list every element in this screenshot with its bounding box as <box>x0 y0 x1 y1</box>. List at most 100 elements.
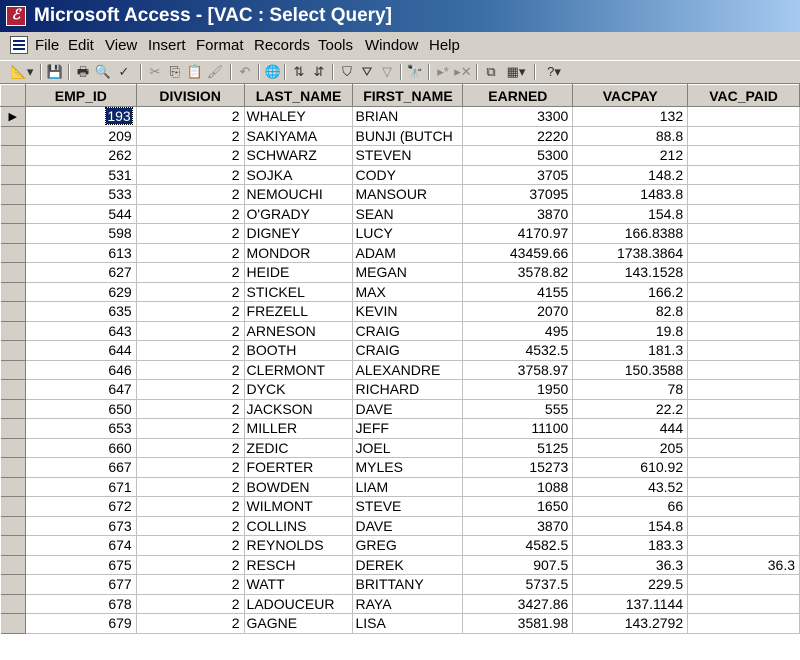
cell-earned[interactable]: 1950 <box>462 379 574 400</box>
help-icon[interactable]: ?▾ <box>540 63 568 81</box>
cell-last-name[interactable]: GAGNE <box>244 613 354 634</box>
cell-vacpay[interactable]: 137.1144 <box>572 594 689 614</box>
cell-last-name[interactable]: ARNESON <box>244 321 354 341</box>
cell-earned[interactable]: 43459.66 <box>462 243 574 263</box>
cell-division[interactable]: 2 <box>136 262 245 283</box>
cell-emp-id[interactable]: 677 <box>25 574 137 595</box>
record-selector[interactable] <box>0 379 26 400</box>
record-selector[interactable] <box>0 204 26 224</box>
cell-earned[interactable]: 2220 <box>462 126 574 146</box>
table-row[interactable]: ▶ 193 2 WHALEY BRIAN 3300 132 <box>0 106 800 127</box>
cell-last-name[interactable]: SCHWARZ <box>244 145 354 166</box>
view-design-icon[interactable]: 📐▾ <box>8 63 36 81</box>
filter-by-form-icon[interactable]: ⛛ <box>358 63 376 81</box>
cell-last-name[interactable]: CLERMONT <box>244 360 354 380</box>
record-selector[interactable] <box>0 477 26 497</box>
table-row[interactable]: 674 2 REYNOLDS GREG 4582.5 183.3 <box>0 535 800 556</box>
paste-icon[interactable]: 📋 <box>186 63 204 81</box>
cell-division[interactable]: 2 <box>136 574 245 595</box>
cell-vacpay[interactable]: 1738.3864 <box>572 243 689 263</box>
record-selector[interactable] <box>0 438 26 458</box>
cell-first-name[interactable]: BRITTANY <box>352 574 464 595</box>
sort-descending-icon[interactable]: ⇵ <box>310 63 328 81</box>
cell-first-name[interactable]: LISA <box>352 613 464 634</box>
cell-vacpay[interactable]: 88.8 <box>572 126 689 146</box>
apply-filter-icon[interactable]: ▽ <box>378 63 396 81</box>
cell-last-name[interactable]: FREZELL <box>244 301 354 322</box>
record-selector[interactable] <box>0 126 26 146</box>
cell-division[interactable]: 2 <box>136 340 245 361</box>
cell-division[interactable]: 2 <box>136 360 245 380</box>
table-row[interactable]: 643 2 ARNESON CRAIG 495 19.8 <box>0 321 800 341</box>
cell-first-name[interactable]: LIAM <box>352 477 464 497</box>
cell-vacpay[interactable]: 82.8 <box>572 301 689 322</box>
menu-edit[interactable]: Edit <box>68 37 94 54</box>
cell-last-name[interactable]: SAKIYAMA <box>244 126 354 146</box>
table-row[interactable]: 262 2 SCHWARZ STEVEN 5300 212 <box>0 145 800 166</box>
sort-ascending-icon[interactable]: ⇅ <box>290 63 308 81</box>
cell-vacpay[interactable]: 1483.8 <box>572 184 689 205</box>
record-selector[interactable] <box>0 223 26 244</box>
table-row[interactable]: 531 2 SOJKA CODY 3705 148.2 <box>0 165 800 185</box>
cell-emp-id[interactable]: 613 <box>25 243 137 263</box>
cell-emp-id[interactable]: 533 <box>25 184 137 205</box>
cell-emp-id[interactable]: 679 <box>25 613 137 634</box>
column-header-division[interactable]: DIVISION <box>135 84 245 107</box>
cell-earned[interactable]: 1650 <box>462 496 574 517</box>
cell-vacpay[interactable]: 66 <box>572 496 689 517</box>
column-header-emp-id[interactable]: EMP_ID <box>24 84 137 107</box>
cell-first-name[interactable]: STEVEN <box>352 145 464 166</box>
table-row[interactable]: 635 2 FREZELL KEVIN 2070 82.8 <box>0 301 800 322</box>
datasheet-icon[interactable] <box>10 36 28 54</box>
record-selector[interactable] <box>0 340 26 361</box>
cell-division[interactable]: 2 <box>136 594 245 614</box>
table-row[interactable]: 650 2 JACKSON DAVE 555 22.2 <box>0 399 800 419</box>
cell-last-name[interactable]: O'GRADY <box>244 204 354 224</box>
cell-last-name[interactable]: MONDOR <box>244 243 354 263</box>
table-row[interactable]: 627 2 HEIDE MEGAN 3578.82 143.1528 <box>0 262 800 283</box>
cell-last-name[interactable]: DYCK <box>244 379 354 400</box>
record-selector[interactable] <box>0 496 26 517</box>
record-selector[interactable] <box>0 321 26 341</box>
cell-vacpay[interactable]: 212 <box>572 145 689 166</box>
cell-first-name[interactable]: ALEXANDRE <box>352 360 464 380</box>
cell-vacpay[interactable]: 610.92 <box>572 457 689 478</box>
cell-earned[interactable]: 5737.5 <box>462 574 574 595</box>
menu-window[interactable]: Window <box>365 37 418 54</box>
cell-first-name[interactable]: KEVIN <box>352 301 464 322</box>
access-key-icon[interactable]: ℰ <box>6 6 26 26</box>
cell-last-name[interactable]: ZEDIC <box>244 438 354 458</box>
cell-vac-paid[interactable] <box>687 262 800 283</box>
cell-division[interactable]: 2 <box>136 301 245 322</box>
menu-tools[interactable]: Tools <box>318 37 353 54</box>
cell-last-name[interactable]: NEMOUCHI <box>244 184 354 205</box>
format-painter-icon[interactable]: 🖌 <box>206 63 224 81</box>
cell-last-name[interactable]: WILMONT <box>244 496 354 517</box>
menu-view[interactable]: View <box>105 37 137 54</box>
select-all-corner[interactable] <box>0 84 26 107</box>
cell-vacpay[interactable]: 229.5 <box>572 574 689 595</box>
cell-emp-id[interactable]: 646 <box>25 360 137 380</box>
cell-first-name[interactable]: MYLES <box>352 457 464 478</box>
cell-division[interactable]: 2 <box>136 555 245 575</box>
cell-first-name[interactable]: CRAIG <box>352 321 464 341</box>
cell-emp-id[interactable]: 667 <box>25 457 137 478</box>
cell-emp-id[interactable]: 673 <box>25 516 137 536</box>
cell-first-name[interactable]: CRAIG <box>352 340 464 361</box>
delete-record-icon[interactable]: ▸✕ <box>454 63 472 81</box>
cell-emp-id[interactable]: 262 <box>25 145 137 166</box>
cell-last-name[interactable]: LADOUCEUR <box>244 594 354 614</box>
table-row[interactable]: 653 2 MILLER JEFF 11100 444 <box>0 418 800 439</box>
copy-icon[interactable]: ⎘ <box>166 63 184 81</box>
cell-earned[interactable]: 3578.82 <box>462 262 574 283</box>
cell-first-name[interactable]: CODY <box>352 165 464 185</box>
cell-vacpay[interactable]: 154.8 <box>572 204 689 224</box>
cell-vac-paid[interactable] <box>687 321 800 341</box>
cell-vacpay[interactable]: 132 <box>572 106 689 127</box>
menu-format[interactable]: Format <box>196 37 244 54</box>
table-row[interactable]: 209 2 SAKIYAMA BUNJI (BUTCH 2220 88.8 <box>0 126 800 146</box>
cell-division[interactable]: 2 <box>136 165 245 185</box>
cell-earned[interactable]: 3581.98 <box>462 613 574 634</box>
cell-last-name[interactable]: FOERTER <box>244 457 354 478</box>
cell-vac-paid[interactable] <box>687 535 800 556</box>
